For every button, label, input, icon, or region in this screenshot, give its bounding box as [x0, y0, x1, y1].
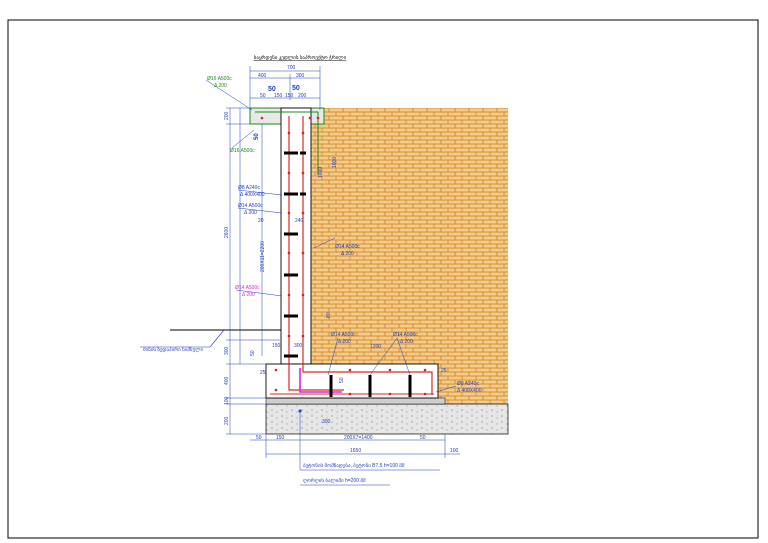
note-lean-concrete: ბეტონის მომზადება, ბეტონი B7.5 h=100 მმ [303, 462, 405, 469]
dim-inner-300b: 300 [322, 419, 331, 425]
dim-inner-25: 25 [260, 370, 266, 376]
dim-top-b: 150 [274, 93, 283, 99]
drawing-title: საყრდენი კედლის საპროექტო ჭრილი [254, 54, 347, 61]
dim-bottom-50b: 50 [420, 435, 426, 441]
wall-stem [280, 107, 312, 365]
rebar-label-2: Ø16 A500c [230, 148, 255, 154]
dim-inner-240: 240 [295, 218, 304, 224]
rebar-label-9b: Δ 400X400 [457, 388, 482, 394]
dim-top-c: 150 [285, 93, 294, 99]
lean-concrete [265, 397, 446, 405]
dim-inner-1200: 1200 [370, 344, 381, 350]
dim-left-200-bot: 200 [224, 416, 230, 425]
wall-footing [265, 363, 439, 399]
rebar-label-9a: Ø8 A240c [457, 381, 479, 387]
rebar-label-6b: Δ 200 [242, 292, 255, 298]
dim-left-200-top: 200 [224, 111, 230, 120]
dim-left-2600: 2600 [224, 227, 230, 238]
rebar-label-4a: Ø14 A500c [238, 203, 263, 209]
dim-bottom-100: 100 [450, 448, 459, 454]
dim-bottom-50: 50 [256, 435, 262, 441]
dim-left-300: 300 [224, 346, 230, 355]
dim-inner-50-side: 50 [254, 133, 260, 140]
rebar-label-8a: Ø14 A500c [393, 332, 418, 338]
rebar-label-3b: Δ 400X400 [240, 192, 265, 198]
dim-inner-20: 20 [258, 218, 264, 224]
rebar-label-1b: Δ 200 [214, 83, 227, 89]
dim-left-400: 400 [224, 376, 230, 385]
rebar-label-3a: Ø8 A240c [238, 185, 260, 191]
gravel-cushion [265, 403, 509, 435]
dim-inner-1000b: 1000 [332, 157, 338, 168]
dim-inner-25b: 25 [441, 368, 447, 374]
rebar-label-7b: Δ 200 [338, 339, 351, 345]
rebar-label-4b: Δ 200 [244, 210, 257, 216]
rebar-label-8b: Δ 200 [400, 339, 413, 345]
rebar-label-5a: Ø14 A500c [335, 244, 360, 250]
dim-inner-150: 150 [272, 343, 281, 349]
dim-top-d: 200 [298, 93, 307, 99]
drawing-sheet: საყრდენი კედლის საპროექტო ჭრილი მიწის ზე… [7, 19, 759, 539]
dim-top-a: 50 [260, 93, 266, 99]
dim-bottom-overall: 1650 [350, 448, 361, 454]
rebar-label-6a: Ø14 A500c [235, 285, 260, 291]
dim-left-100: 100 [224, 396, 230, 405]
dim-top-right: 300 [296, 73, 305, 79]
rebar-label-7a: Ø14 A500c [331, 332, 356, 338]
dim-bottom-spacing: 200X7=1400 [344, 435, 373, 441]
dim-inner-50c: 50 [339, 377, 345, 383]
dim-top-50a: 50 [268, 86, 276, 93]
dim-bottom-150: 150 [276, 435, 285, 441]
dim-inner-50: 50 [250, 350, 256, 356]
dim-inner-1000: 1000 [318, 167, 324, 178]
dim-inner-300: 300 [294, 343, 303, 349]
dim-top-overall: 700 [287, 65, 296, 71]
rebar-label-1a: Ø16 A500c [207, 76, 232, 82]
note-gravel: ღორღის ბალიში h=200 მმ [303, 477, 366, 484]
ground-label: მიწის ზედაპირი ნიშნული [143, 346, 203, 353]
dim-top-50b: 50 [292, 85, 300, 92]
rebar-label-5b: Δ 200 [341, 251, 354, 257]
dim-top-left: 400 [258, 73, 267, 79]
dim-stem-spacing: 200X11=2200 [260, 241, 266, 272]
dim-inner-80: 80 [326, 312, 332, 318]
